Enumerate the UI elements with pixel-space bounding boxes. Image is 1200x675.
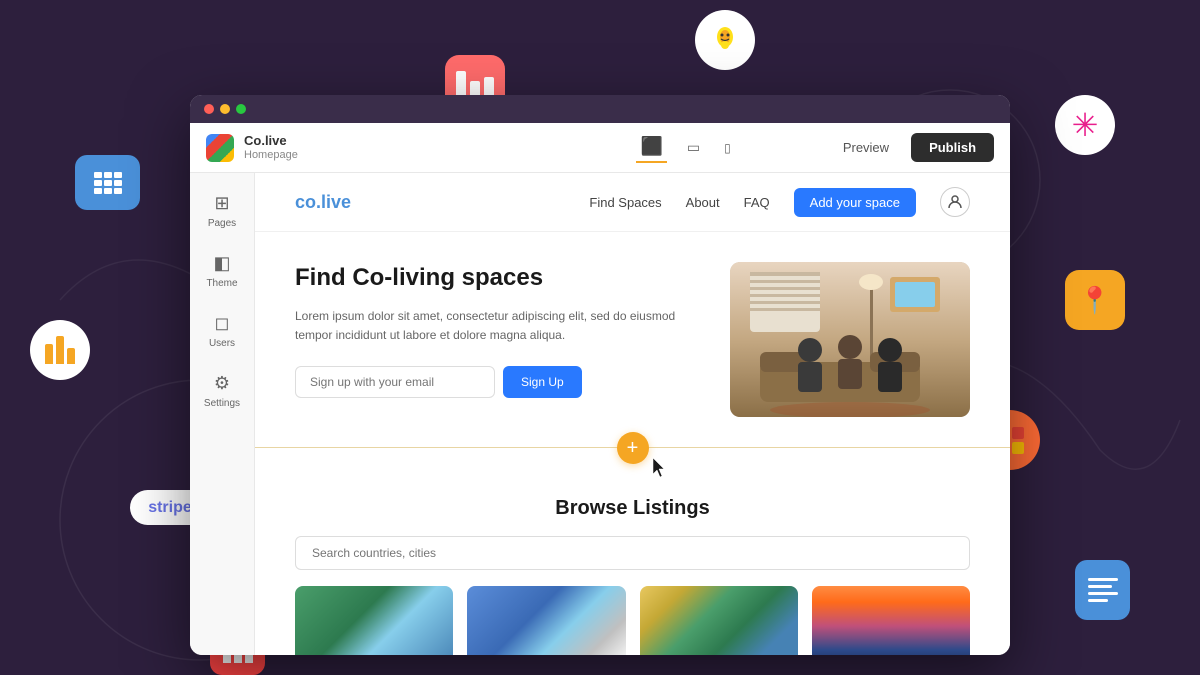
- settings-icon: ⚙: [214, 373, 230, 394]
- pages-label: Pages: [208, 218, 236, 229]
- mailchimp-icon: [695, 10, 755, 70]
- maximize-dot[interactable]: [236, 104, 246, 114]
- analytics-bars: [45, 336, 75, 364]
- site-page: Homepage: [244, 149, 538, 162]
- theme-icon: ◧: [213, 253, 230, 274]
- document-icon: [1075, 560, 1130, 620]
- editor-actions: Preview Publish: [833, 133, 994, 162]
- nav-cta-button[interactable]: Add your space: [794, 188, 916, 217]
- editor-main: ⊞ Pages ◧ Theme ◻ Users ⚙ Settings co.li…: [190, 173, 1010, 655]
- nav-faq[interactable]: FAQ: [744, 195, 770, 210]
- location-icon: 📍: [1065, 270, 1125, 330]
- nav-user-icon[interactable]: [940, 187, 970, 217]
- mobile-view-icon[interactable]: ▯: [720, 137, 735, 159]
- website-canvas: co.live Find Spaces About FAQ Add your s…: [255, 173, 1010, 655]
- nav-links: Find Spaces About FAQ Add your space: [589, 187, 970, 217]
- browser-chrome: [190, 95, 1010, 123]
- hero-title: Find Co-living spaces: [295, 262, 700, 293]
- nav-about[interactable]: About: [686, 195, 720, 210]
- stripe-label: stripe: [148, 499, 192, 517]
- site-logo: [206, 134, 234, 162]
- add-section-button[interactable]: +: [617, 432, 649, 464]
- close-dot[interactable]: [204, 104, 214, 114]
- listing-image-gibraltar: [295, 586, 453, 655]
- settings-label: Settings: [204, 398, 240, 409]
- editor-toolbar: Co.live Homepage ⬛ ▭ ▯ Preview Publish: [190, 123, 1010, 173]
- listings-title: Browse Listings: [295, 497, 970, 520]
- hero-email-input[interactable]: [295, 366, 495, 398]
- site-info: Co.live Homepage: [244, 133, 538, 162]
- website-logo: co.live: [295, 192, 589, 213]
- hero-description: Lorem ipsum dolor sit amet, consectetur …: [295, 307, 700, 345]
- device-switcher: ⬛ ▭ ▯: [538, 132, 832, 163]
- listing-card-split[interactable]: Split, Croatia: [640, 586, 798, 655]
- hero-signup-button[interactable]: Sign Up: [503, 366, 582, 398]
- pages-icon: ⊞: [214, 193, 229, 214]
- listing-image-split: [640, 586, 798, 655]
- section-divider: +: [255, 447, 1010, 477]
- listings-grid: Gibraltar Cornwall, England Split, Croat…: [295, 586, 970, 655]
- sidebar-item-users[interactable]: ◻ Users: [195, 305, 249, 357]
- listing-image-bali: [812, 586, 970, 655]
- cursor-icon: [653, 458, 667, 478]
- listing-image-cornwall: [467, 586, 625, 655]
- hero-image: [730, 262, 970, 417]
- analytics-icon: [30, 320, 90, 380]
- listings-section: Browse Listings Gibraltar Cornwall, Engl…: [255, 477, 1010, 655]
- users-label: Users: [209, 338, 235, 349]
- sidebar-item-pages[interactable]: ⊞ Pages: [195, 185, 249, 237]
- site-name: Co.live: [244, 133, 538, 149]
- publish-button[interactable]: Publish: [911, 133, 994, 162]
- listing-card-gibraltar[interactable]: Gibraltar: [295, 586, 453, 655]
- users-icon: ◻: [215, 313, 230, 334]
- hero-image-background: [730, 262, 970, 417]
- nav-find-spaces[interactable]: Find Spaces: [589, 195, 661, 210]
- preview-button[interactable]: Preview: [833, 134, 899, 161]
- hero-text: Find Co-living spaces Lorem ipsum dolor …: [295, 262, 700, 398]
- hero-section: Find Co-living spaces Lorem ipsum dolor …: [255, 232, 1010, 447]
- theme-label: Theme: [206, 278, 237, 289]
- website-nav: co.live Find Spaces About FAQ Add your s…: [255, 173, 1010, 232]
- table-spreadsheet-icon: [75, 155, 140, 210]
- tablet-view-icon[interactable]: ▭: [683, 135, 704, 160]
- sidebar-item-settings[interactable]: ⚙ Settings: [195, 365, 249, 417]
- asterisk-icon: ✳: [1055, 95, 1115, 155]
- listing-card-cornwall[interactable]: Cornwall, England: [467, 586, 625, 655]
- desktop-view-icon[interactable]: ⬛: [636, 132, 666, 163]
- listings-search-input[interactable]: [295, 536, 970, 570]
- hero-cta-row: Sign Up: [295, 366, 700, 398]
- browser-window: Co.live Homepage ⬛ ▭ ▯ Preview Publish ⊞…: [190, 95, 1010, 655]
- table-grid-decoration: [94, 172, 122, 194]
- sidebar: ⊞ Pages ◧ Theme ◻ Users ⚙ Settings: [190, 173, 255, 655]
- minimize-dot[interactable]: [220, 104, 230, 114]
- listing-card-bali[interactable]: Bali, Indonesia: [812, 586, 970, 655]
- sidebar-item-theme[interactable]: ◧ Theme: [195, 245, 249, 297]
